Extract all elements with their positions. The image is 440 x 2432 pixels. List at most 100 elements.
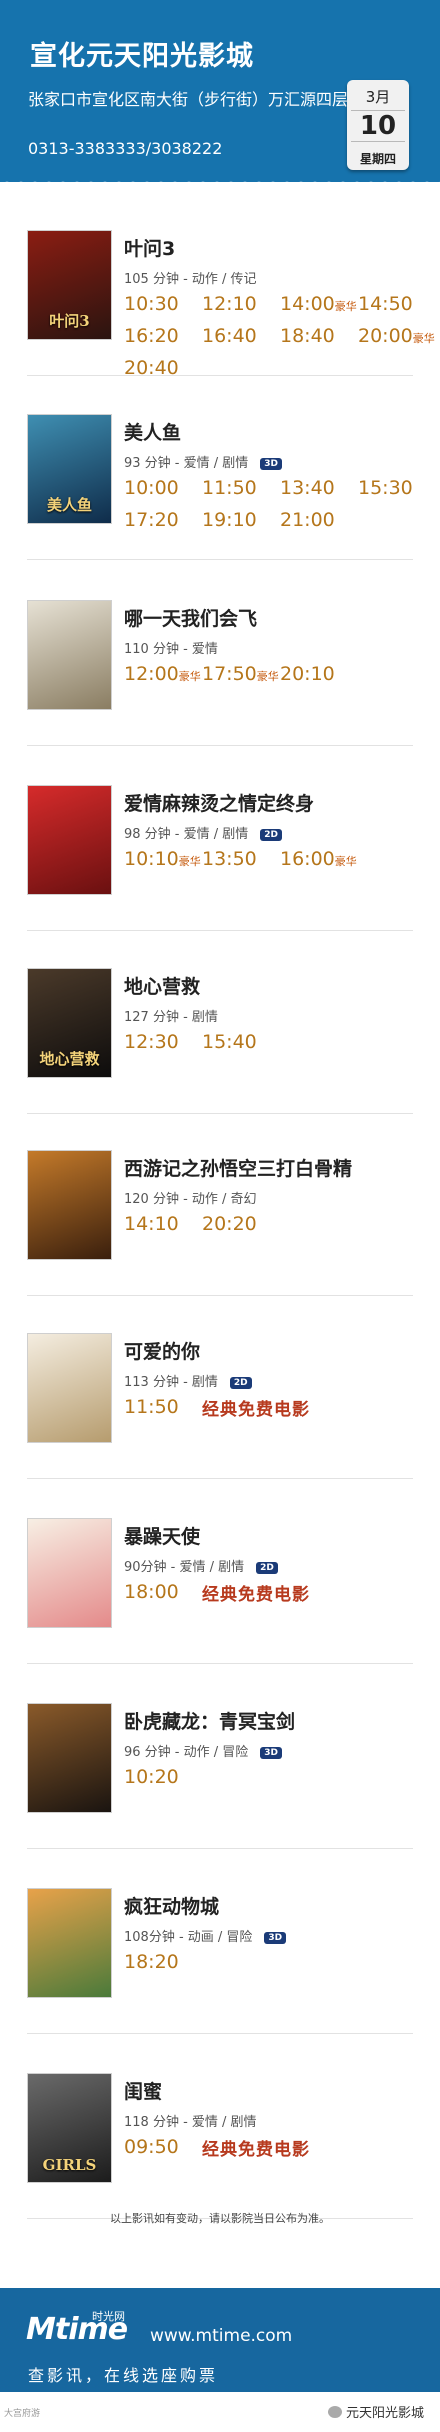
showtime: 10:10 [124, 848, 179, 870]
showtime: 09:50 [124, 2136, 179, 2158]
showtime-row: 10:30 12:10 14:00豪华 14:50 [124, 288, 436, 320]
showtime-slot[interactable]: 12:10 [202, 293, 280, 315]
movie-item[interactable]: 疯狂动物城 108分钟 - 动画 / 冒险 3D 18:20 [0, 1888, 440, 2068]
movie-title[interactable]: 西游记之孙悟空三打白骨精 [124, 1154, 352, 1181]
showtime-slot[interactable]: 16:00豪华 [280, 848, 358, 870]
showtime: 15:40 [202, 1031, 257, 1053]
showtime-slot[interactable]: 10:20 [124, 1766, 202, 1788]
showtime-slot[interactable]: 20:10 [280, 663, 358, 685]
showtime-slot[interactable]: 21:00 [280, 509, 358, 531]
movie-item[interactable]: 叶问3 叶问3 105 分钟 - 动作 / 传记 10:30 12:10 14:00豪华 1… [0, 230, 440, 410]
movie-duration-genre: 98 分钟 - 爱情 / 剧情 [124, 827, 249, 842]
format-badge: 3D [264, 1932, 287, 1944]
movie-poster[interactable]: GIRLS [27, 2073, 112, 2183]
showtime-row: 11:50 经典免费电影 [124, 1391, 436, 1423]
movie-item[interactable]: 卧虎藏龙：青冥宝剑 96 分钟 - 动作 / 冒险 3D 10:20 [0, 1703, 440, 1883]
showtime-slot[interactable]: 19:10 [202, 509, 280, 531]
showtime-slot[interactable]: 16:20 [124, 325, 202, 347]
movie-item[interactable]: 地心营救 地心营救 127 分钟 - 剧情 12:30 15:40 [0, 968, 440, 1148]
free-screening-label: 经典免费电影 [202, 2139, 310, 2160]
mtime-site-link[interactable]: www.mtime.com [150, 2326, 292, 2346]
showtime-slot[interactable]: 12:30 [124, 1031, 202, 1053]
movie-title[interactable]: 地心营救 [124, 972, 200, 999]
movie-duration-genre: 118 分钟 - 爱情 / 剧情 [124, 2115, 257, 2130]
format-badge: 2D [256, 1562, 278, 1574]
movie-item[interactable]: GIRLS 闺蜜 118 分钟 - 爱情 / 剧情 09:50 经典免费电影 [0, 2073, 440, 2253]
showtime: 15:30 [358, 477, 413, 499]
showtime-slot[interactable]: 10:00 [124, 477, 202, 499]
showtime-slot[interactable]: 12:00豪华 [124, 663, 202, 685]
showtime-slot[interactable]: 10:30 [124, 293, 202, 315]
showtime: 20:10 [280, 663, 335, 685]
showtime: 19:10 [202, 509, 257, 531]
showtime: 16:20 [124, 325, 179, 347]
movie-item[interactable]: 西游记之孙悟空三打白骨精 120 分钟 - 动作 / 奇幻 14:10 20:20 [0, 1150, 440, 1330]
movie-poster[interactable] [27, 1888, 112, 1998]
movie-title[interactable]: 叶问3 [124, 234, 175, 261]
showtime-slot[interactable]: 15:30 [358, 477, 436, 499]
showtimes: 10:30 12:10 14:00豪华 14:50 16:20 16:40 18:40 20:… [124, 288, 436, 384]
movie-item[interactable]: 暴躁天使 90分钟 - 爱情 / 剧情 2D 18:00 经典免费电影 [0, 1518, 440, 1698]
movie-divider [27, 2033, 413, 2034]
movie-item[interactable]: 可爱的你 113 分钟 - 剧情 2D 11:50 经典免费电影 [0, 1333, 440, 1513]
showtime-slot[interactable]: 14:00豪华 [280, 293, 358, 315]
showtime-slot[interactable]: 17:20 [124, 509, 202, 531]
showtime-slot[interactable]: 15:40 [202, 1031, 280, 1053]
showtime-slot[interactable]: 14:10 [124, 1213, 202, 1235]
movie-meta: 120 分钟 - 动作 / 奇幻 [124, 1188, 257, 1207]
showtime-slot[interactable]: 18:40 [280, 325, 358, 347]
movie-title[interactable]: 美人鱼 [124, 418, 181, 445]
poster-title: GIRLS [42, 2156, 97, 2174]
movie-item[interactable]: 美人鱼 美人鱼 93 分钟 - 爱情 / 剧情 3D 10:00 11:50 13:40 15… [0, 414, 440, 594]
movie-meta: 105 分钟 - 动作 / 传记 [124, 268, 257, 287]
movie-title[interactable]: 卧虎藏龙：青冥宝剑 [124, 1707, 295, 1734]
movie-poster[interactable] [27, 1333, 112, 1443]
movie-poster[interactable]: 叶问3 [27, 230, 112, 340]
showtime: 12:00 [124, 663, 179, 685]
movie-divider [27, 1113, 413, 1114]
showtime-slot[interactable]: 20:00豪华 [358, 325, 436, 347]
showtime-slot[interactable]: 16:40 [202, 325, 280, 347]
luxury-hall-tag: 豪华 [178, 855, 201, 868]
movie-item[interactable]: 哪一天我们会飞 110 分钟 - 爱情 12:00豪华 17:50豪华 20:10 [0, 600, 440, 780]
showtime-slot[interactable]: 09:50 [124, 2136, 202, 2158]
movie-title[interactable]: 疯狂动物城 [124, 1892, 219, 1919]
showtimes: 11:50 经典免费电影 [124, 1391, 436, 1423]
showtimes: 14:10 20:20 [124, 1208, 436, 1240]
movie-meta: 127 分钟 - 剧情 [124, 1006, 218, 1025]
showtime-slot[interactable]: 10:10豪华 [124, 848, 202, 870]
wechat-account[interactable]: 元天阳光影城 [327, 2402, 424, 2421]
showtime: 10:00 [124, 477, 179, 499]
movie-item[interactable]: 爱情麻辣烫之情定终身 98 分钟 - 爱情 / 剧情 2D 10:10豪华 13:50 1… [0, 785, 440, 965]
date-calendar: 3月 10 星期四 [347, 80, 409, 170]
showtime-slot[interactable]: 18:20 [124, 1951, 202, 1973]
movie-poster[interactable] [27, 1703, 112, 1813]
showtime-row: 20:40 [124, 352, 436, 384]
showtime-slot[interactable]: 11:50 [124, 1396, 202, 1418]
showtime-slot[interactable]: 20:20 [202, 1213, 280, 1235]
movie-poster[interactable]: 地心营救 [27, 968, 112, 1078]
showtime-slot[interactable]: 18:00 [124, 1581, 202, 1603]
movie-title[interactable]: 哪一天我们会飞 [124, 604, 257, 631]
movie-poster[interactable] [27, 785, 112, 895]
showtime-slot[interactable]: 13:40 [280, 477, 358, 499]
movie-poster[interactable] [27, 600, 112, 710]
showtime-slot[interactable]: 11:50 [202, 477, 280, 499]
movie-poster[interactable] [27, 1518, 112, 1628]
cinema-phone: 0313-3383333/3038222 [28, 139, 223, 158]
showtime-row: 18:00 经典免费电影 [124, 1576, 436, 1608]
showtime-row: 17:20 19:10 21:00 [124, 504, 436, 536]
movie-title[interactable]: 爱情麻辣烫之情定终身 [124, 789, 314, 816]
movie-title[interactable]: 可爱的你 [124, 1337, 200, 1364]
luxury-hall-tag: 豪华 [178, 670, 201, 683]
showtime-slot[interactable]: 14:50 [358, 293, 436, 315]
movie-title[interactable]: 闺蜜 [124, 2077, 162, 2104]
movie-poster[interactable] [27, 1150, 112, 1260]
showtime-slot[interactable]: 13:50 [202, 848, 280, 870]
movie-title[interactable]: 暴躁天使 [124, 1522, 200, 1549]
showtime: 11:50 [124, 1396, 179, 1418]
movie-poster[interactable]: 美人鱼 [27, 414, 112, 524]
showtime-slot[interactable]: 17:50豪华 [202, 663, 280, 685]
showtime-row: 16:20 16:40 18:40 20:00豪华 [124, 320, 436, 352]
free-screening-label: 经典免费电影 [202, 1584, 310, 1605]
